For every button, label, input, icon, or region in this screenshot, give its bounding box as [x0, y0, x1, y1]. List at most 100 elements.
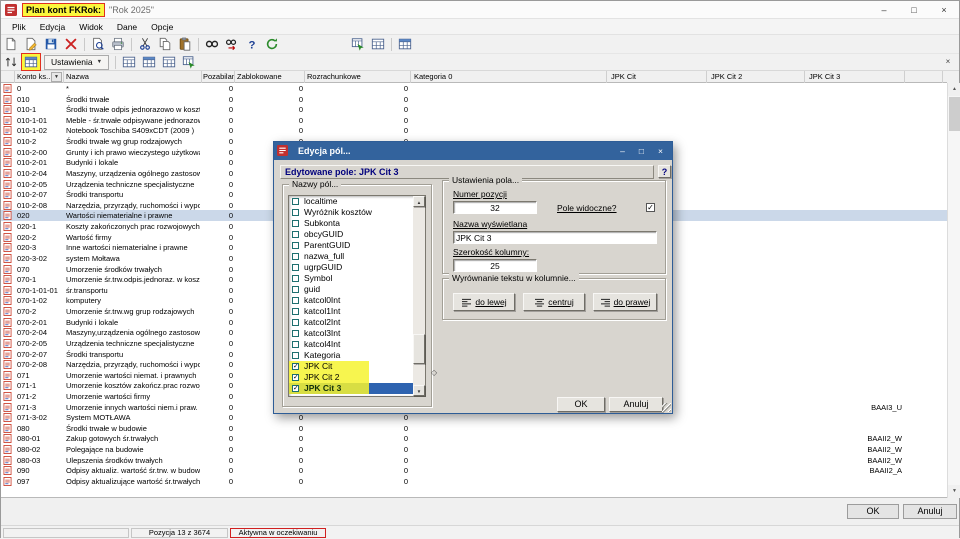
- align-center-button[interactable]: centruj: [523, 293, 585, 311]
- toolbar-close-icon[interactable]: ×: [942, 57, 954, 66]
- cut-button[interactable]: [135, 35, 155, 53]
- column-header-zablokowane[interactable]: Zablokowane: [237, 72, 301, 82]
- menu-edycja[interactable]: Edycja: [33, 21, 73, 33]
- column-separator[interactable]: [606, 71, 607, 83]
- field-list-item[interactable]: Kategoria: [289, 350, 413, 361]
- scroll-down-button[interactable]: ▼: [948, 485, 960, 498]
- field-list-item[interactable]: nazwa_full: [289, 251, 413, 262]
- column-header-jpk-cit[interactable]: JPK Cit: [611, 72, 671, 82]
- vertical-scrollbar[interactable]: ▲ ▼: [947, 83, 960, 498]
- column-header-nazwa[interactable]: Nazwa: [66, 72, 200, 82]
- column-width-input[interactable]: [453, 259, 537, 272]
- edit-button[interactable]: [21, 35, 41, 53]
- column-header-rozrachunkowe[interactable]: Rozrachunkowe: [307, 72, 407, 82]
- column-separator[interactable]: [804, 71, 805, 83]
- field-list-item[interactable]: ✓JPK Cit: [289, 361, 413, 372]
- table-row[interactable]: 010-1Środki trwałe odpis jednorazowo w k…: [1, 104, 947, 115]
- table-row[interactable]: 010-1-01Meble - śr.trwałe odpisywane jed…: [1, 115, 947, 126]
- table-view-button[interactable]: [368, 35, 388, 53]
- field-list-item[interactable]: katcol2Int: [289, 317, 413, 328]
- dialog-ok-button[interactable]: OK: [557, 397, 605, 412]
- paste-button[interactable]: [175, 35, 195, 53]
- ok-button[interactable]: OK: [847, 504, 899, 519]
- column-header-kategoria-0[interactable]: Kategoria 0: [414, 72, 534, 82]
- list-scroll-down-button[interactable]: ▼: [413, 385, 425, 396]
- settings-dropdown[interactable]: Ustawienia ▼: [44, 55, 109, 70]
- field-checkbox[interactable]: [292, 231, 299, 238]
- column-separator[interactable]: [304, 71, 305, 83]
- column-layout-button[interactable]: [21, 53, 41, 71]
- find-button[interactable]: [202, 35, 222, 53]
- dialog-cancel-button[interactable]: Anuluj: [609, 397, 663, 412]
- field-checkbox[interactable]: [292, 308, 299, 315]
- list-scroll-up-button[interactable]: ▲: [413, 196, 425, 207]
- table-row[interactable]: 090Odpisy aktualiz. wartość śr.trw. w bu…: [1, 465, 947, 476]
- field-list-item[interactable]: obcyGUID: [289, 229, 413, 240]
- cancel-button[interactable]: Anuluj: [903, 504, 957, 519]
- sort-button[interactable]: [1, 53, 21, 71]
- find-next-button[interactable]: [222, 35, 242, 53]
- visible-checkbox[interactable]: ✓: [646, 203, 655, 212]
- field-list-item[interactable]: katcol1Int: [289, 306, 413, 317]
- column-separator[interactable]: [63, 71, 64, 83]
- field-checkbox[interactable]: [292, 286, 299, 293]
- field-list-item[interactable]: ugrpGUID: [289, 262, 413, 273]
- grid-export-button[interactable]: [179, 53, 199, 71]
- field-list-item[interactable]: ✓JPK Cit 2: [289, 372, 413, 383]
- field-list-item[interactable]: Subkonta: [289, 218, 413, 229]
- align-right-button[interactable]: do prawej: [593, 293, 657, 311]
- list-scrollbar-thumb[interactable]: [413, 334, 425, 364]
- table-row[interactable]: 080Środki trwałe w budowie000: [1, 423, 947, 434]
- field-list-item[interactable]: Wyróżnik kosztów: [289, 207, 413, 218]
- refresh-button[interactable]: [262, 35, 282, 53]
- column-separator[interactable]: [410, 71, 411, 83]
- scroll-up-button[interactable]: ▲: [948, 83, 960, 96]
- field-checkbox[interactable]: ✓: [292, 374, 299, 381]
- field-checkbox[interactable]: [292, 330, 299, 337]
- display-name-input[interactable]: [453, 231, 657, 244]
- column-separator[interactable]: [904, 71, 905, 83]
- menu-widok[interactable]: Widok: [72, 21, 110, 33]
- field-list[interactable]: ▲ ▼ localtimeWyróżnik kosztówSubkontaobc…: [288, 195, 426, 397]
- field-checkbox[interactable]: [292, 275, 299, 282]
- menu-dane[interactable]: Dane: [110, 21, 144, 33]
- table-design-button[interactable]: [395, 35, 415, 53]
- dialog-minimize-button[interactable]: –: [613, 142, 632, 160]
- column-separator[interactable]: [201, 71, 202, 83]
- help-button[interactable]: [242, 35, 262, 53]
- resize-grip[interactable]: [662, 403, 671, 412]
- column-separator[interactable]: [942, 71, 943, 83]
- table-row[interactable]: 080-03Ulepszenia środków trwałych000BAAI…: [1, 455, 947, 466]
- align-left-button[interactable]: do lewej: [453, 293, 515, 311]
- table-row[interactable]: 0*000: [1, 83, 947, 94]
- field-checkbox[interactable]: [292, 297, 299, 304]
- field-list-item[interactable]: guid: [289, 284, 413, 295]
- grid-view-3-button[interactable]: [159, 53, 179, 71]
- print-preview-button[interactable]: [88, 35, 108, 53]
- grid-view-2-button[interactable]: [139, 53, 159, 71]
- table-row[interactable]: 080-01Zakup gotowych śr.trwałych000BAAII…: [1, 433, 947, 444]
- field-checkbox[interactable]: [292, 319, 299, 326]
- column-separator[interactable]: [706, 71, 707, 83]
- field-list-item[interactable]: ✓JPK Cit 3: [289, 383, 413, 394]
- delete-button[interactable]: [61, 35, 81, 53]
- field-list-item[interactable]: katcol4Int: [289, 339, 413, 350]
- field-list-item[interactable]: katcol0Int: [289, 295, 413, 306]
- position-input[interactable]: [453, 201, 537, 214]
- konto-filter-dropdown[interactable]: ▼: [51, 72, 62, 82]
- field-checkbox[interactable]: [292, 220, 299, 227]
- field-checkbox[interactable]: ✓: [292, 363, 299, 370]
- field-list-item[interactable]: localtime: [289, 196, 413, 207]
- minimize-button[interactable]: –: [869, 1, 899, 19]
- field-checkbox[interactable]: [292, 264, 299, 271]
- column-header-konto[interactable]: Konto ks...: [17, 72, 51, 82]
- dialog-maximize-button[interactable]: □: [632, 142, 651, 160]
- column-header-pozabilans[interactable]: Pozabilans.: [203, 72, 235, 82]
- field-list-item[interactable]: ParentGUID: [289, 240, 413, 251]
- field-checkbox[interactable]: [292, 209, 299, 216]
- field-checkbox[interactable]: [292, 198, 299, 205]
- field-checkbox[interactable]: [292, 341, 299, 348]
- column-separator[interactable]: [234, 71, 235, 83]
- export-table-button[interactable]: [348, 35, 368, 53]
- scrollbar-thumb[interactable]: [949, 97, 960, 131]
